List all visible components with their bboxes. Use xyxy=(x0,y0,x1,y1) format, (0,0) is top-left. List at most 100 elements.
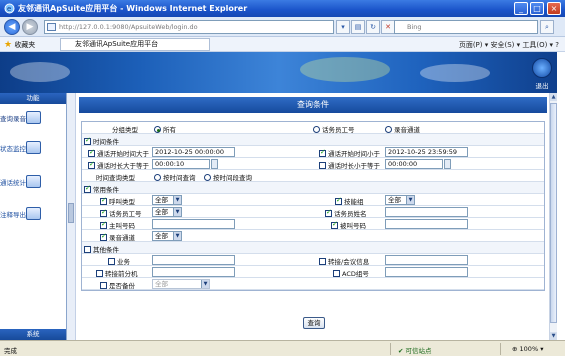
compat-view-icon[interactable]: ▤ xyxy=(351,20,365,34)
group-type-agent-option[interactable]: 话务员工号 xyxy=(313,124,355,134)
sidebar-item-label: 注释导出 xyxy=(0,211,26,219)
refresh-icon[interactable]: ↻ xyxy=(366,20,380,34)
duration-gt-checkbox[interactable]: 通话时长大于等于 xyxy=(88,160,149,170)
call-type-select[interactable]: 全部 ▼ xyxy=(152,195,182,205)
checkbox-icon xyxy=(84,246,91,253)
exit-label: 退出 xyxy=(535,82,549,90)
transfer-ext-checkbox[interactable]: 转接前分机 xyxy=(96,268,138,278)
security-zone[interactable]: ✔ 可信站点 xyxy=(398,345,432,355)
status-divider xyxy=(500,343,501,355)
callee-input[interactable] xyxy=(385,219,468,229)
sidebar-item-label: 状态监控 xyxy=(0,145,26,153)
scroll-up-icon[interactable]: ▲ xyxy=(550,93,557,101)
address-input[interactable]: http://127.0.0.1:9080/ApsuiteWeb/login.d… xyxy=(44,20,334,34)
sidebar-item-status-monitor[interactable]: 状态监控 xyxy=(0,141,66,156)
maximize-button[interactable]: □ xyxy=(530,2,544,15)
sidebar-item-query-recordings[interactable]: 查询录音 xyxy=(0,111,66,126)
caller-checkbox[interactable]: 主叫号码 xyxy=(100,220,135,230)
browser-tab[interactable]: 友邻通讯ApSuite应用平台 xyxy=(60,38,210,51)
start-after-checkbox[interactable]: 通话开始时间大于 xyxy=(88,148,149,158)
monitor-icon xyxy=(25,141,41,154)
search-record-icon xyxy=(25,111,41,124)
start-after-input[interactable]: 2012-10-25 00:00:00 xyxy=(152,147,235,157)
select-value: 全部 xyxy=(155,196,168,204)
transfer-checkbox[interactable]: 转接/会议信息 xyxy=(319,256,369,266)
radio-icon xyxy=(154,126,161,133)
agent-id-checkbox[interactable]: 话务员工号 xyxy=(100,208,142,218)
checkbox-icon xyxy=(335,196,342,205)
group-type-channel-option[interactable]: 录音通道 xyxy=(385,124,420,134)
back-button[interactable]: ◀ xyxy=(4,19,20,35)
stop-icon[interactable]: ✕ xyxy=(381,20,395,34)
stats-icon xyxy=(25,175,41,188)
splitter-grip[interactable] xyxy=(68,203,74,223)
channel-select[interactable]: 全部 ▼ xyxy=(152,231,182,241)
address-bar-row: ◀ ▶ http://127.0.0.1:9080/ApsuiteWeb/log… xyxy=(0,17,565,37)
common-section-checkbox[interactable]: 常用条件 xyxy=(84,184,119,194)
business-checkbox[interactable]: 业务 xyxy=(108,256,130,266)
status-text: 完成 xyxy=(4,347,17,355)
duration-lt-input[interactable]: 00:00:00 xyxy=(385,159,443,169)
backup-checkbox[interactable]: 是否备份 xyxy=(100,280,135,290)
backup-select[interactable]: 全部 ▼ xyxy=(152,279,210,289)
transfer-ext-input[interactable] xyxy=(152,267,235,277)
checkbox-icon xyxy=(325,208,332,217)
svg-text:e: e xyxy=(7,5,11,13)
zoom-level[interactable]: ⊕ 100% ▾ xyxy=(512,345,543,353)
skill-group-select[interactable]: 全部 ▼ xyxy=(385,195,415,205)
vertical-scrollbar[interactable]: ▲ ▼ xyxy=(549,93,557,340)
select-value: 全部 xyxy=(388,196,401,204)
address-dropdown-icon[interactable]: ▾ xyxy=(336,20,350,34)
search-input[interactable]: Bing xyxy=(394,20,538,34)
acd-group-input[interactable] xyxy=(385,267,468,277)
section-label: 常用条件 xyxy=(93,186,119,194)
scroll-thumb[interactable] xyxy=(550,103,557,323)
channel-checkbox[interactable]: 录音通道 xyxy=(100,232,135,242)
skill-group-checkbox[interactable]: 技能组 xyxy=(335,196,364,206)
exit-button[interactable] xyxy=(532,58,552,78)
toolbar-menus[interactable]: 页面(P) ▾ 安全(S) ▾ 工具(O) ▾ ? xyxy=(459,40,559,50)
other-section-header: 其他条件 xyxy=(82,242,544,254)
transfer-input[interactable] xyxy=(385,255,468,265)
minimize-button[interactable]: _ xyxy=(514,2,528,15)
field-label: 转接/会议信息 xyxy=(328,258,370,266)
search-icon[interactable]: ⌕ xyxy=(540,20,554,34)
time-section-checkbox[interactable]: 时间条件 xyxy=(84,136,119,146)
by-time-option[interactable]: 按时间查询 xyxy=(154,172,196,182)
zoom-value: 100% xyxy=(519,345,539,353)
sidebar-item-annotation-export[interactable]: 注释导出 xyxy=(0,207,66,222)
sidebar-splitter[interactable] xyxy=(67,93,76,340)
group-type-all-option[interactable]: 所有 xyxy=(154,124,176,134)
field-label: 通话时长小于等于 xyxy=(328,162,380,170)
start-before-input[interactable]: 2012-10-25 23:59:59 xyxy=(385,147,468,157)
duration-gt-spinner[interactable] xyxy=(211,159,218,169)
select-value: 全部 xyxy=(155,208,168,216)
banner-decoration xyxy=(420,64,490,82)
agent-name-checkbox[interactable]: 话务员姓名 xyxy=(325,208,367,218)
by-period-option[interactable]: 按时间段查询 xyxy=(204,172,252,182)
sidebar-footer-system[interactable]: 系统 xyxy=(0,329,66,340)
agent-name-input[interactable] xyxy=(385,207,468,217)
query-button[interactable]: 查询 xyxy=(303,317,325,329)
duration-lt-spinner[interactable] xyxy=(444,159,451,169)
other-section-checkbox[interactable]: 其他条件 xyxy=(84,244,119,254)
duration-row: 通话时长大于等于 00:00:10 通话时长小于等于 00:00:00 xyxy=(82,158,544,170)
call-type-checkbox[interactable]: 呼叫类型 xyxy=(100,196,135,206)
forward-button[interactable]: ▶ xyxy=(22,19,38,35)
start-before-checkbox[interactable]: 通话开始时间小于 xyxy=(319,148,380,158)
close-button[interactable]: × xyxy=(547,2,561,15)
agent-id-select[interactable]: 全部 ▼ xyxy=(152,207,182,217)
field-label: 录音通道 xyxy=(109,234,135,242)
callee-checkbox[interactable]: 被叫号码 xyxy=(331,220,366,230)
duration-lt-checkbox[interactable]: 通话时长小于等于 xyxy=(319,160,380,170)
sidebar-item-call-stats[interactable]: 通话统计 xyxy=(0,175,66,190)
favorites-button[interactable]: ★ 收藏夹 xyxy=(4,40,35,50)
scroll-down-icon[interactable]: ▼ xyxy=(550,332,557,340)
caller-input[interactable] xyxy=(152,219,235,229)
group-type-row: 分组类型 所有 话务员工号 录音通道 xyxy=(82,122,544,134)
acd-group-checkbox[interactable]: ACD组号 xyxy=(333,268,369,278)
business-input[interactable] xyxy=(152,255,235,265)
chevron-down-icon: ▼ xyxy=(173,196,181,204)
select-value: 全部 xyxy=(155,280,168,288)
duration-gt-input[interactable]: 00:00:10 xyxy=(152,159,210,169)
